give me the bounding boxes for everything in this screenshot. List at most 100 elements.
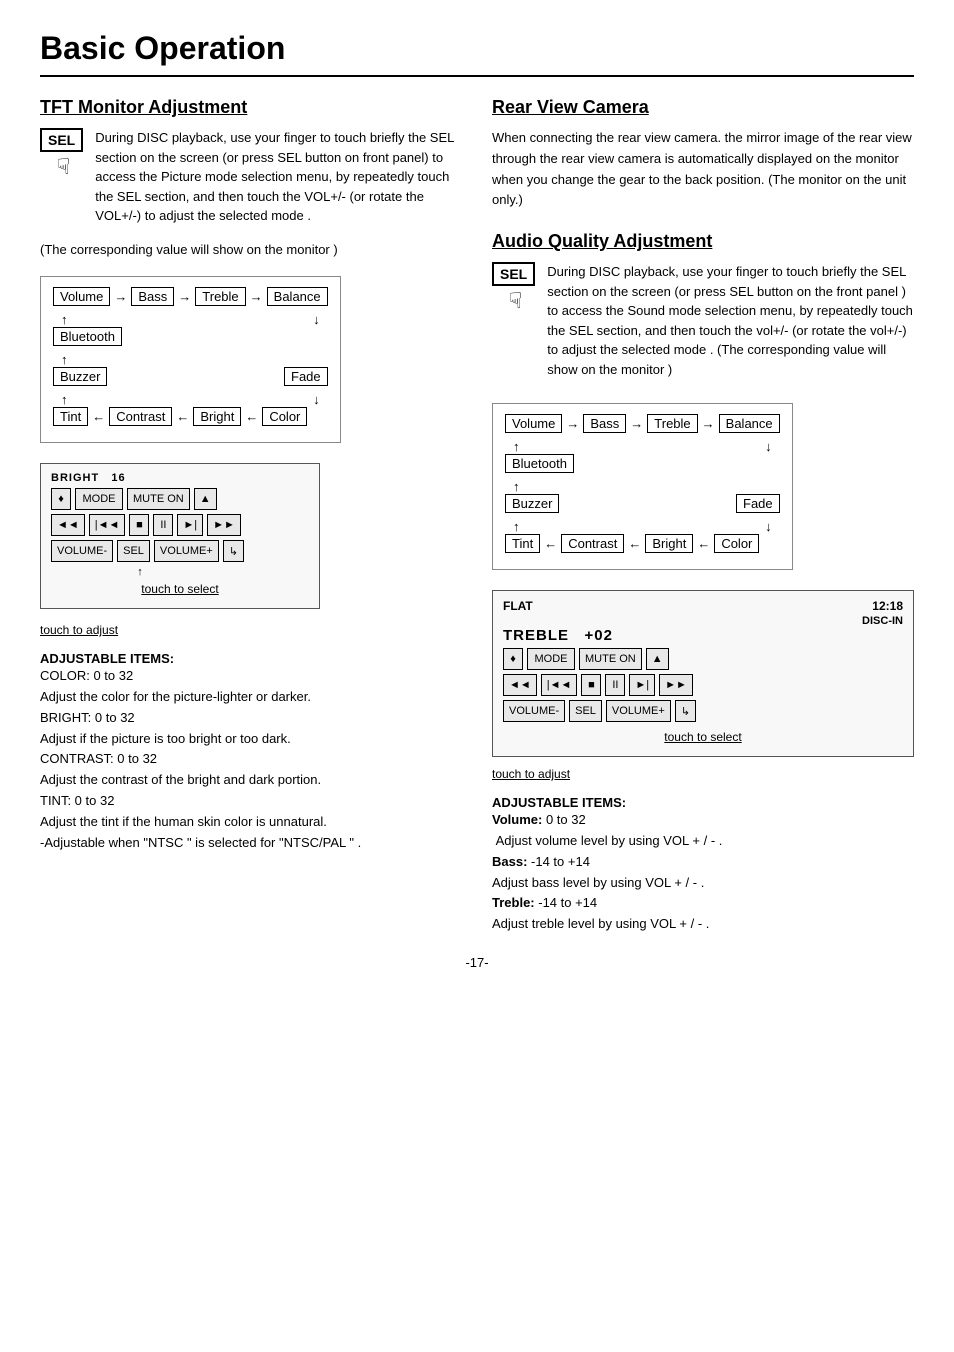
flow-row-3: Buzzer Fade	[53, 367, 328, 386]
flow-balance: Balance	[267, 287, 328, 306]
flow-color-r: Color	[714, 534, 759, 553]
adj-section-left: ADJUSTABLE ITEMS: COLOR: 0 to 32 Adjust …	[40, 651, 462, 853]
adj-volume: Volume: 0 to 32	[492, 810, 914, 831]
rear-text: When connecting the rear view camera. th…	[492, 128, 914, 211]
prev-btn-r[interactable]: ◄◄	[503, 674, 537, 696]
flow-volume-r: Volume	[505, 414, 562, 433]
adj-items-right: Volume: 0 to 32 Adjust volume level by u…	[492, 810, 914, 935]
tft-section-title: TFT Monitor Adjustment	[40, 97, 462, 118]
tft-intro-text: During DISC playback, use your finger to…	[95, 128, 462, 226]
pause-btn[interactable]: II	[153, 514, 173, 536]
next2-btn-r[interactable]: ►|	[629, 674, 655, 696]
flow-vert-1: ↑ ↓	[53, 312, 328, 327]
prev2-btn[interactable]: |◄◄	[89, 514, 126, 536]
pause-btn-r[interactable]: II	[605, 674, 625, 696]
adj-tint-label: TINT: 0 to 32	[40, 791, 462, 812]
disc-in-label: DISC-IN	[503, 615, 903, 627]
flat-label: FLAT	[503, 599, 533, 613]
page-title: Basic Operation	[40, 30, 914, 77]
diamond-btn[interactable]: ♦	[51, 488, 71, 510]
flow-vert-2: ↑	[53, 352, 328, 367]
disc-header-row: FLAT 12:18	[503, 599, 903, 613]
up-arrow-buzz-r: ↑	[513, 519, 520, 534]
panel-row-2-r: ◄◄ |◄◄ ■ II ►| ►►	[503, 674, 903, 696]
vol-plus-btn-r[interactable]: VOLUME+	[606, 700, 671, 722]
treble-row: TREBLE +02	[503, 627, 903, 644]
larrow2: ←	[176, 409, 189, 424]
flow-buzzer-r: Buzzer	[505, 494, 559, 513]
eject-btn-r[interactable]: ▲	[646, 648, 669, 670]
adj-bass: Bass: -14 to +14	[492, 852, 914, 873]
prev2-btn-r[interactable]: |◄◄	[541, 674, 578, 696]
adj-contrast-desc: Adjust the contrast of the bright and da…	[40, 770, 462, 791]
source-btn[interactable]: ↳	[223, 540, 244, 562]
next-btn[interactable]: ►►	[207, 514, 241, 536]
adj-ntsc-note: -Adjustable when "NTSC " is selected for…	[40, 833, 462, 854]
eject-btn[interactable]: ▲	[194, 488, 217, 510]
flow-row-2-r: Bluetooth	[505, 454, 780, 473]
next2-btn[interactable]: ►|	[177, 514, 203, 536]
up-arrow-vol: ↑	[61, 312, 68, 327]
hand-touch-icon: ☟	[57, 154, 70, 180]
flow-fade-r: Fade	[736, 494, 780, 513]
adj-volume-desc: Adjust volume level by using VOL + / - .	[492, 831, 914, 852]
stop-btn[interactable]: ■	[129, 514, 149, 536]
sel-btn-panel[interactable]: SEL	[117, 540, 150, 562]
stop-btn-r[interactable]: ■	[581, 674, 601, 696]
mute-btn[interactable]: MUTE ON	[127, 488, 190, 510]
arrow2: →	[178, 289, 191, 304]
source-btn-r[interactable]: ↳	[675, 700, 696, 722]
flow-vert-3-r: ↑ ↓	[505, 519, 780, 534]
larrow1-r: ←	[544, 536, 557, 551]
sel-btn-panel-r[interactable]: SEL	[569, 700, 602, 722]
audio-section-title: Audio Quality Adjustment	[492, 231, 914, 252]
flow-bright-r: Bright	[645, 534, 693, 553]
down-arrow-fade: ↓	[313, 392, 320, 407]
touch-select-label-left: touch to select	[141, 582, 218, 596]
adj-color-desc: Adjust the color for the picture-lighter…	[40, 687, 462, 708]
mode-btn-r[interactable]: MODE	[527, 648, 575, 670]
page-number: -17-	[40, 955, 914, 970]
flow-balance-r: Balance	[719, 414, 780, 433]
flow-contrast-r: Contrast	[561, 534, 624, 553]
sel-button-icon: SEL	[40, 128, 83, 152]
panel-row-1: ♦ MODE MUTE ON ▲	[51, 488, 309, 510]
diamond-btn-r[interactable]: ♦	[503, 648, 523, 670]
arrow2-r: →	[630, 416, 643, 431]
panel-left-arrow: ↑	[137, 566, 143, 578]
prev-btn[interactable]: ◄◄	[51, 514, 85, 536]
flow-bass: Bass	[131, 287, 174, 306]
panel-row-2: ◄◄ |◄◄ ■ II ►| ►►	[51, 514, 309, 536]
touch-adjust-label-left: touch to adjust	[40, 623, 462, 637]
flow-row-3-r: Buzzer Fade	[505, 494, 780, 513]
panel-row-3-r: VOLUME- SEL VOLUME+ ↳	[503, 700, 903, 722]
touch-adjust-label-right: touch to adjust	[492, 767, 914, 781]
adj-bright-desc: Adjust if the picture is too bright or t…	[40, 729, 462, 750]
adj-title-left: ADJUSTABLE ITEMS:	[40, 651, 174, 666]
mode-btn[interactable]: MODE	[75, 488, 123, 510]
up-arrow-vol-r: ↑	[513, 439, 520, 454]
flow-treble-r: Treble	[647, 414, 697, 433]
vol-minus-btn-r[interactable]: VOLUME-	[503, 700, 565, 722]
panel-row-3: VOLUME- SEL VOLUME+ ↳	[51, 540, 309, 562]
next-btn-r[interactable]: ►►	[659, 674, 693, 696]
vol-plus-btn[interactable]: VOLUME+	[154, 540, 219, 562]
right-device-panel: FLAT 12:18 DISC-IN TREBLE +02 ♦ MODE MUT…	[492, 590, 914, 757]
right-column: Rear View Camera When connecting the rea…	[492, 97, 914, 935]
arrow3: →	[250, 289, 263, 304]
flow-tint: Tint	[53, 407, 88, 426]
vol-minus-btn[interactable]: VOLUME-	[51, 540, 113, 562]
flow-bluetooth: Bluetooth	[53, 327, 122, 346]
sel-icon-group: SEL ☟	[40, 128, 87, 180]
adj-treble-desc: Adjust treble level by using VOL + / - .	[492, 914, 914, 935]
sel-button-icon-right: SEL	[492, 262, 535, 286]
down-arrow-bal: ↓	[313, 312, 320, 327]
adj-bass-desc: Adjust bass level by using VOL + / - .	[492, 873, 914, 894]
audio-flow-diagram: Volume → Bass → Treble → Balance ↑ ↓ Blu…	[492, 403, 793, 570]
bright-label: BRIGHT 16	[51, 472, 309, 484]
flow-row-1-r: Volume → Bass → Treble → Balance	[505, 414, 780, 433]
mute-btn-r[interactable]: MUTE ON	[579, 648, 642, 670]
arrow1-r: →	[566, 416, 579, 431]
flow-vert-3: ↑ ↓	[53, 392, 328, 407]
flow-row-1: Volume → Bass → Treble → Balance	[53, 287, 328, 306]
